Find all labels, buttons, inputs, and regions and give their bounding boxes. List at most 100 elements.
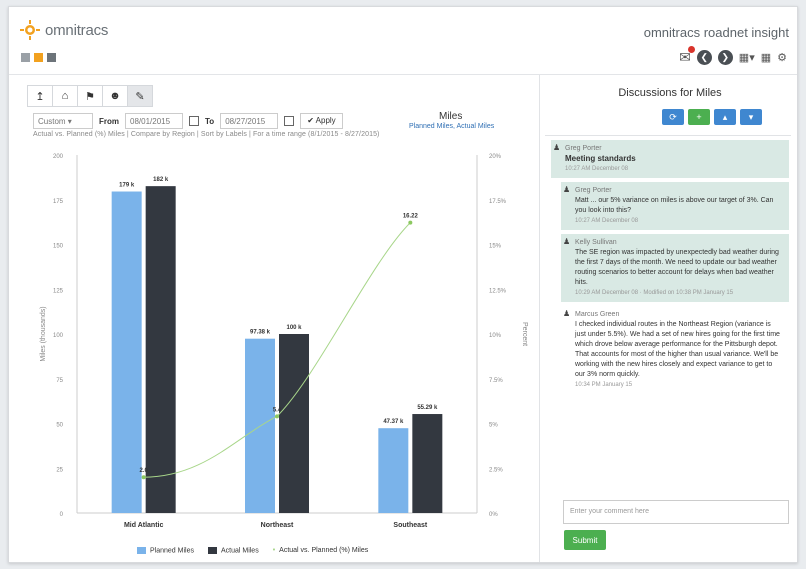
y-tick-label: 75 — [56, 378, 63, 384]
tile-view-icon[interactable] — [34, 53, 43, 62]
bar-value-label: 182 k — [153, 177, 169, 183]
bar-value-label: 100 k — [286, 325, 302, 331]
bar-planned — [111, 191, 142, 513]
bar-actual — [145, 186, 176, 513]
y-tick-label: 0 — [60, 512, 64, 518]
home-icon[interactable]: ⌂ — [52, 85, 78, 107]
y2-tick-label: 7.5% — [489, 378, 503, 384]
range-select-value: Custom — [38, 117, 66, 126]
message-author: Kelly Sullivan — [575, 239, 617, 246]
apps-icon[interactable]: ▦ — [761, 51, 771, 64]
panel-divider — [539, 75, 540, 562]
message-body: I checked individual routes in the North… — [575, 321, 780, 378]
legend-pct[interactable]: • Actual vs. Planned (%) Miles — [273, 547, 369, 554]
bar-value-label: 47.37 k — [383, 419, 404, 425]
expand-button[interactable]: ▾ — [740, 109, 762, 125]
message-body: The SE region was impacted by unexpected… — [575, 249, 779, 286]
pct-value-label: 2.0 — [139, 468, 148, 474]
discussion-message[interactable]: ♟ Greg Porter Matt ... our 5% variance on … — [561, 182, 789, 230]
y-tick-label: 100 — [53, 333, 64, 339]
upload-icon[interactable]: ↥ — [27, 85, 53, 107]
settings-icon[interactable]: ⚙ — [777, 51, 787, 64]
comment-input[interactable]: Enter your comment here — [563, 500, 789, 524]
discussion-message[interactable]: ♟ Kelly Sullivan The SE region was impacte… — [561, 234, 789, 302]
person-icon: ♟ — [553, 143, 561, 152]
legend-actual[interactable]: Actual Miles — [207, 547, 259, 554]
bar-value-label: 97.38 k — [250, 330, 271, 336]
discussions-title: Discussions for Miles — [618, 87, 722, 99]
message-author: Greg Porter — [575, 187, 612, 194]
y2-tick-label: 15% — [489, 244, 502, 250]
message-body: Matt ... our 5% variance on miles is abo… — [575, 197, 774, 214]
y-tick-label: 200 — [53, 154, 64, 160]
y2-tick-label: 2.5% — [489, 467, 503, 473]
y2-tick-label: 10% — [489, 333, 502, 339]
chart-subtitle: Actual vs. Planned (%) Miles | Compare b… — [33, 131, 380, 138]
forward-icon[interactable]: ❯ — [717, 50, 733, 65]
list-view-icon[interactable] — [21, 53, 30, 62]
view-switcher — [21, 53, 56, 62]
chart-svg: 0 25 50 75 100 125 150 175 200 0% 2.5% 5% 7.5% 10% 12.… — [40, 154, 528, 529]
miles-chart: 0 25 50 75 100 125 150 175 200 0% 2.5% 5% 7.5% 10% 12.… — [33, 143, 537, 538]
pin-icon[interactable]: ✎ — [127, 85, 153, 107]
x-tick-label: Mid Atlantic — [124, 522, 164, 529]
to-label: To — [205, 116, 215, 126]
from-date-input[interactable]: 08/01/2015 — [125, 113, 183, 129]
bar-actual — [279, 334, 309, 513]
y2-tick-label: 5% — [489, 423, 498, 429]
add-discussion-button[interactable]: + — [688, 109, 710, 125]
pct-point — [141, 475, 146, 480]
discussion-list: ♟ Greg Porter Meeting standards 10:27 AM De… — [545, 135, 791, 493]
table-icon[interactable]: ▦▾ — [739, 51, 755, 64]
bar-value-label: 55.29 k — [417, 405, 438, 411]
calendar-icon[interactable] — [189, 116, 199, 126]
user-icon[interactable]: ☻ — [102, 85, 128, 107]
bar-planned — [378, 428, 409, 513]
pct-value-label: 16.22 — [403, 214, 419, 220]
message-time: 10:29 AM December 08 · Modified on 10:38… — [575, 290, 734, 296]
collapse-button[interactable]: ▴ — [714, 109, 736, 125]
y2-tick-label: 17.5% — [489, 199, 507, 205]
from-label: From — [99, 116, 119, 126]
range-select[interactable]: Custom ▾ — [33, 113, 93, 129]
refresh-button[interactable]: ⟳ — [662, 109, 684, 125]
y2-axis-label: Percent — [521, 322, 528, 346]
notification-icon[interactable]: ✉ — [679, 46, 695, 66]
to-date-input[interactable]: 08/27/2015 — [220, 113, 279, 129]
message-time: 10:27 AM December 08 — [565, 166, 629, 172]
chart-title: Miles — [439, 111, 463, 122]
logo-icon — [20, 20, 40, 40]
app-title: omnitracs roadnet insight — [643, 25, 789, 40]
bar-actual — [412, 414, 443, 513]
message-time: 10:34 PM January 15 — [575, 382, 633, 388]
chart-toolbar: ↥ ⌂ ⚑ ☻ ✎ — [27, 85, 153, 107]
y-tick-label: 175 — [53, 199, 64, 205]
calendar-icon[interactable] — [284, 116, 295, 126]
grid-view-icon[interactable] — [47, 53, 56, 62]
pct-point — [408, 220, 413, 225]
bar-value-label: 179 k — [119, 183, 135, 189]
discussion-message[interactable]: ♟ Marcus Green I checked individual routes… — [561, 306, 789, 394]
message-title: Meeting standards — [565, 154, 636, 163]
message-author: Marcus Green — [575, 311, 620, 318]
back-icon[interactable]: ❮ — [696, 50, 712, 65]
y-tick-label: 150 — [53, 244, 64, 250]
apply-button[interactable]: ✔ Apply — [300, 113, 343, 129]
logo[interactable]: omnitracs — [19, 19, 108, 41]
pct-value-label: 5.4 — [273, 407, 282, 413]
message-author: Greg Porter — [565, 145, 602, 152]
header-actions: ✉ ❮ ❯ ▦▾ ▦ ⚙ — [679, 46, 787, 66]
submit-button[interactable]: Submit — [564, 530, 606, 550]
date-filters: Custom ▾ From 08/01/2015 To 08/27/2015 ✔… — [33, 113, 343, 129]
chart-legend: Planned Miles Actual Miles • Actual vs. P… — [137, 547, 368, 554]
flag-icon[interactable]: ⚑ — [77, 85, 103, 107]
discussion-message[interactable]: ♟ Greg Porter Meeting standards 10:27 AM De… — [551, 140, 789, 178]
legend-planned[interactable]: Planned Miles — [137, 547, 194, 554]
person-icon: ♟ — [563, 309, 571, 318]
message-time: 10:27 AM December 08 — [575, 218, 639, 224]
pct-point — [275, 414, 279, 419]
logo-text: omnitracs — [45, 21, 109, 39]
pct-line — [143, 222, 411, 478]
chart-series-summary[interactable]: Planned Miles, Actual Miles — [409, 123, 494, 130]
y2-tick-label: 0% — [489, 512, 498, 518]
